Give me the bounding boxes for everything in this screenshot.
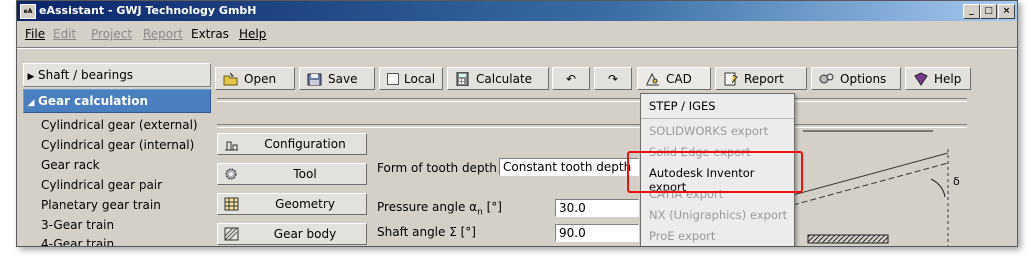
main-window: eA eAssistant - GWJ Technology GmbH _ □ …	[16, 0, 1018, 247]
cad-drawing-icon	[646, 72, 659, 86]
help-book-icon	[914, 72, 928, 86]
gear-body-button[interactable]: Gear body	[217, 223, 367, 245]
help-button[interactable]: Help	[905, 67, 971, 90]
local-checkbox[interactable]: Local	[379, 67, 443, 90]
menu-file[interactable]: File	[25, 27, 45, 41]
menu-edit[interactable]: Edit	[53, 27, 76, 41]
report-button[interactable]: Report	[715, 67, 807, 90]
gear-tool-icon	[225, 168, 237, 180]
sidebar-item-planetary-gear-train[interactable]: Planetary gear train	[41, 198, 161, 212]
pressure-angle-label: Pressure angle αn [°]	[377, 200, 502, 218]
pressure-angle-input[interactable]: 30.0	[555, 199, 639, 217]
diagram-angle-arc	[930, 178, 946, 198]
tooth-depth-label: Form of tooth depth	[377, 161, 497, 175]
save-button[interactable]: Save	[299, 67, 375, 90]
menu-item-proe-export[interactable]: ProE export	[649, 229, 715, 243]
sidebar-section-shaft-bearings[interactable]: ▶ Shaft / bearings	[23, 63, 211, 87]
diagram-cone-line-upper	[793, 152, 949, 196]
sidebar-section-gear-calculation[interactable]: ◢ Gear calculation	[23, 89, 211, 113]
diagram-hatch-block	[807, 234, 889, 244]
sidebar-item-3-gear-train[interactable]: 3-Gear train	[41, 218, 114, 232]
shaft-angle-label: Shaft angle Σ [°]	[377, 225, 476, 239]
sidebar-item-cylindrical-gear-external[interactable]: Cylindrical gear (external)	[41, 118, 198, 132]
sidebar-item-4-gear-train[interactable]: 4-Gear train	[41, 237, 114, 246]
geometry-icon	[224, 197, 239, 211]
geometry-button[interactable]: Geometry	[217, 193, 367, 215]
menu-report[interactable]: Report	[143, 27, 183, 41]
menu-extras[interactable]: Extras	[191, 27, 229, 41]
chevron-down-icon: ◢	[27, 98, 35, 108]
tooth-depth-select[interactable]: Constant tooth depth	[499, 158, 639, 176]
title-bar[interactable]: eA eAssistant - GWJ Technology GmbH _ □ …	[17, 1, 1017, 21]
redo-icon: ↷	[608, 72, 619, 86]
calculate-button[interactable]: Calculate	[447, 67, 549, 90]
bevel-gear-diagram: δ	[793, 130, 960, 246]
window-title: eAssistant - GWJ Technology GmbH	[39, 4, 257, 17]
diagram-cone-line-dashed	[793, 162, 949, 206]
calculator-icon	[456, 72, 469, 86]
sidebar-item-cylindrical-gear-internal[interactable]: Cylindrical gear (internal)	[41, 138, 194, 152]
menu-bar: File Edit Project Report Extras Help	[17, 23, 1017, 45]
toolbar-separator	[217, 98, 967, 102]
menu-item-nx-export[interactable]: NX (Unigraphics) export	[649, 208, 787, 222]
app-icon: eA	[20, 4, 36, 19]
gear-body-icon	[224, 227, 239, 241]
open-folder-icon	[223, 72, 238, 86]
options-button[interactable]: Options	[811, 67, 901, 90]
menu-separator	[641, 118, 794, 119]
minimize-button[interactable]: _	[963, 4, 980, 19]
chevron-right-icon: ▶	[27, 72, 35, 82]
menu-item-solidworks-export[interactable]: SOLIDWORKS export	[649, 124, 768, 138]
undo-button[interactable]: ↶	[552, 67, 590, 90]
configuration-icon	[225, 141, 238, 151]
sidebar-item-cylindrical-gear-pair[interactable]: Cylindrical gear pair	[41, 178, 162, 192]
menu-project[interactable]: Project	[91, 27, 132, 41]
menu-item-step-iges[interactable]: STEP / IGES	[649, 99, 716, 113]
undo-icon: ↶	[566, 72, 577, 86]
configuration-button[interactable]: Configuration	[217, 133, 367, 155]
menu-separator	[17, 47, 1017, 49]
save-icon	[307, 73, 322, 86]
open-button[interactable]: Open	[215, 67, 295, 90]
maximize-button[interactable]: □	[980, 4, 997, 19]
close-button[interactable]: ×	[998, 4, 1015, 19]
highlight-annotation-box	[627, 151, 803, 193]
redo-button[interactable]: ↷	[594, 67, 632, 90]
shaft-angle-input[interactable]: 90.0	[555, 224, 639, 242]
report-icon	[724, 72, 738, 86]
diagram-angle-symbol: δ	[953, 175, 960, 188]
sidebar-item-gear-rack[interactable]: Gear rack	[41, 158, 100, 172]
menu-help[interactable]: Help	[239, 27, 266, 41]
gears-icon	[819, 73, 834, 84]
checkbox-box[interactable]	[387, 73, 399, 85]
tool-button[interactable]: Tool	[217, 163, 367, 185]
cad-button[interactable]: CAD	[637, 67, 711, 90]
